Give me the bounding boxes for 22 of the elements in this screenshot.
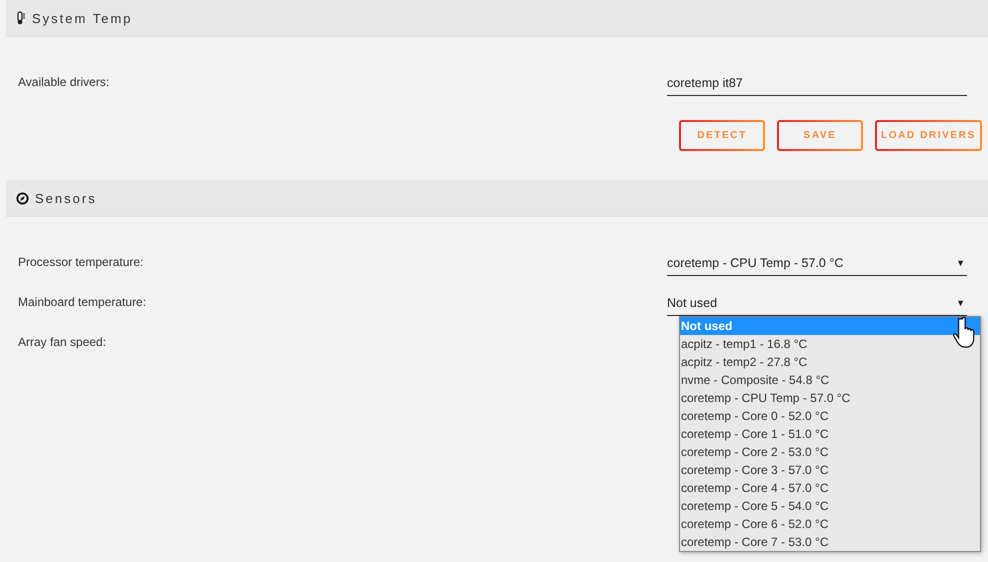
dropdown-option[interactable]: acpitz - temp2 - 27.8 °C xyxy=(680,353,980,371)
thermometer-icon xyxy=(16,11,26,25)
dropdown-option[interactable]: nvme - Composite - 54.8 °C xyxy=(680,371,980,389)
compass-icon xyxy=(16,192,29,204)
dropdown-option[interactable]: coretemp - Core 7 - 53.0 °C xyxy=(680,533,980,551)
section-title: Sensors xyxy=(35,190,97,206)
field-label: Available drivers: xyxy=(17,74,110,89)
dropdown-option[interactable]: coretemp - Core 1 - 51.0 °C xyxy=(680,425,980,443)
sensor-select[interactable]: coretemp - CPU Temp - 57.0 °C ▼ xyxy=(667,250,967,276)
field-label: Processor temperature: xyxy=(17,254,144,269)
section-title: System Temp xyxy=(32,10,133,26)
dropdown-option[interactable]: coretemp - Core 3 - 57.0 °C xyxy=(680,461,980,479)
field-label: Mainboard temperature: xyxy=(17,294,148,309)
dropdown-option[interactable]: coretemp - Core 0 - 52.0 °C xyxy=(680,407,980,425)
dropdown-option[interactable]: acpitz - temp1 - 16.8 °C xyxy=(680,335,980,353)
dropdown-option[interactable]: coretemp - Core 4 - 57.0 °C xyxy=(680,479,980,497)
dropdown-option[interactable]: coretemp - Core 6 - 52.0 °C xyxy=(680,515,980,533)
dropdown-option[interactable]: coretemp - Core 5 - 54.0 °C xyxy=(680,497,980,515)
dropdown-option[interactable]: coretemp - Core 2 - 53.0 °C xyxy=(680,443,980,461)
field-label: Array fan speed: xyxy=(17,334,108,349)
dropdown-option[interactable]: coretemp - CPU Temp - 57.0 °C xyxy=(680,389,980,407)
drivers-input[interactable]: coretemp it87 xyxy=(667,70,967,96)
